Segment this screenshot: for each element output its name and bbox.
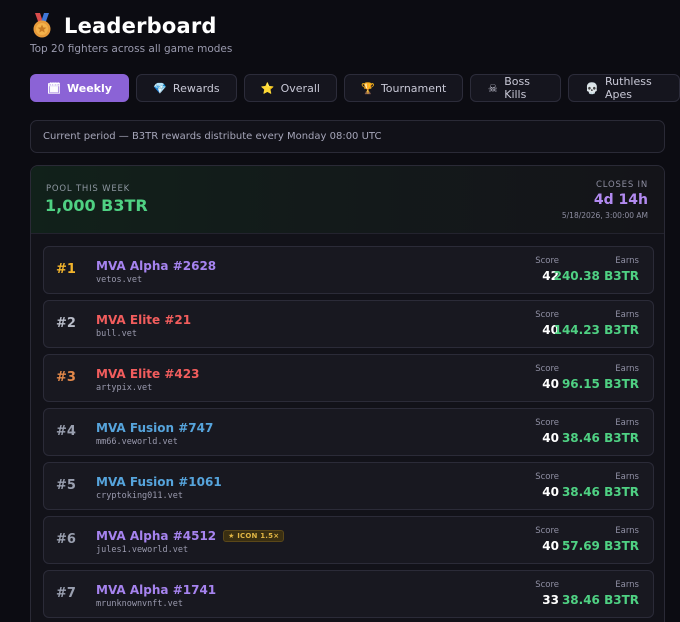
earns-value: 38.46 B3TR	[561, 593, 639, 607]
rank: #5	[56, 478, 76, 493]
leaderboard-row[interactable]: #7 MVA Alpha #1741 mrunknownvnft.vet Sco…	[43, 570, 654, 618]
tab-weekly[interactable]: 🗓 Weekly	[30, 74, 129, 102]
earns-value: 96.15 B3TR	[561, 377, 639, 391]
fighter-name: MVA Fusion #747	[96, 421, 213, 435]
tab-label: Ruthless Apes	[605, 75, 652, 101]
leaderboard-row[interactable]: #2 MVA Elite #21 bull.vet Score 40 Earns…	[43, 300, 654, 348]
leaderboard-row[interactable]: #3 MVA Elite #423 artypix.vet Score 40 E…	[43, 354, 654, 402]
pool-label: POOL THIS WEEK	[46, 184, 131, 194]
tab-ruthless-apes[interactable]: 💀 Ruthless Apes	[568, 74, 680, 102]
score-label: Score	[535, 310, 559, 320]
fighter-name: MVA Alpha #2628	[96, 259, 216, 273]
star-icon: ⭐	[260, 81, 275, 95]
earns-label: Earns	[615, 364, 639, 374]
leaderboard-row[interactable]: #6 MVA Alpha #4512 ★ ICON 1.5× jules1.ve…	[43, 516, 654, 564]
owner-address: mrunknownvnft.vet	[96, 599, 183, 609]
page-subtitle: Top 20 fighters across all game modes	[30, 43, 233, 55]
owner-address: cryptoking011.vet	[96, 491, 183, 501]
closes-date: 5/18/2026, 3:00:00 AM	[561, 211, 648, 220]
score-label: Score	[535, 526, 559, 536]
tab-tournament[interactable]: 🏆 Tournament	[343, 74, 464, 102]
rank: #1	[56, 262, 76, 277]
fighter-name-text: MVA Elite #423	[96, 367, 200, 381]
earns-label: Earns	[615, 418, 639, 428]
score-value: 40	[542, 485, 559, 499]
fighter-name-text: MVA Alpha #4512	[96, 529, 217, 543]
leaderboard-panel: POOL THIS WEEK 1,000 B3TR CLOSES IN 4d 1…	[30, 165, 665, 622]
page-title: Leaderboard	[64, 14, 217, 38]
tab-label: Weekly	[67, 81, 112, 95]
gem-icon: 💎	[153, 81, 167, 95]
fighter-name: MVA Elite #423	[96, 367, 199, 381]
fighter-name-text: MVA Alpha #2628	[96, 259, 217, 273]
score-value: 40	[542, 539, 559, 553]
pool-value: 1,000 B3TR	[45, 196, 148, 215]
owner-address: bull.vet	[96, 329, 137, 339]
owner-address: mm66.veworld.vet	[96, 437, 178, 447]
closes-label: CLOSES IN	[596, 180, 648, 190]
tab-label: Tournament	[380, 81, 447, 95]
fighter-name: MVA Alpha #4512 ★ ICON 1.5×	[96, 529, 285, 543]
medal-icon	[30, 13, 54, 39]
earns-label: Earns	[615, 256, 639, 266]
rank: #2	[56, 316, 76, 331]
score-value: 40	[542, 377, 559, 391]
earns-label: Earns	[615, 526, 639, 536]
earns-value: 38.46 B3TR	[561, 485, 639, 499]
leaderboard-row[interactable]: #1 MVA Alpha #2628 vetos.vet Score 42 Ea…	[43, 246, 654, 294]
owner-address: vetos.vet	[96, 275, 143, 285]
skull-icon: 💀	[585, 81, 600, 95]
fighter-name: MVA Fusion #1061	[96, 475, 222, 489]
skull-crossbones-icon: ☠	[487, 81, 498, 95]
page-header: Leaderboard Top 20 fighters across all g…	[30, 12, 232, 55]
score-label: Score	[535, 580, 559, 590]
earns-label: Earns	[615, 310, 639, 320]
leaderboard-list: #1 MVA Alpha #2628 vetos.vet Score 42 Ea…	[43, 246, 654, 622]
score-value: 33	[542, 593, 559, 607]
period-banner: Current period — B3TR rewards distribute…	[30, 120, 665, 153]
mode-tabs: 🗓 Weekly 💎 Rewards ⭐ Overall 🏆 Tournamen…	[30, 74, 680, 102]
score-label: Score	[535, 256, 559, 266]
fighter-name-text: MVA Alpha #1741	[96, 583, 217, 597]
tab-overall[interactable]: ⭐ Overall	[243, 74, 337, 102]
fighter-name-text: MVA Fusion #1061	[96, 475, 222, 489]
earns-value: 240.38 B3TR	[553, 269, 639, 283]
fighter-name-text: MVA Elite #21	[96, 313, 192, 327]
score-label: Score	[535, 472, 559, 482]
rank: #7	[56, 586, 76, 601]
tab-label: Overall	[280, 81, 320, 95]
rank: #6	[56, 532, 76, 547]
calendar-icon: 🗓	[47, 81, 61, 95]
fighter-name-text: MVA Fusion #747	[96, 421, 214, 435]
tab-label: Boss Kills	[504, 75, 530, 101]
leaderboard-row[interactable]: #5 MVA Fusion #1061 cryptoking011.vet Sc…	[43, 462, 654, 510]
tab-rewards[interactable]: 💎 Rewards	[135, 74, 237, 102]
icon-multiplier-badge: ★ ICON 1.5×	[223, 530, 285, 542]
trophy-icon: 🏆	[361, 81, 375, 95]
earns-label: Earns	[615, 580, 639, 590]
title-row: Leaderboard	[30, 12, 232, 40]
tab-boss-kills[interactable]: ☠ Boss Kills	[470, 74, 562, 102]
earns-label: Earns	[615, 472, 639, 482]
earns-value: 57.69 B3TR	[561, 539, 639, 553]
closes-countdown: 4d 14h	[593, 192, 648, 208]
pool-summary: POOL THIS WEEK 1,000 B3TR CLOSES IN 4d 1…	[31, 166, 664, 234]
owner-address: artypix.vet	[96, 383, 153, 393]
tab-label: Rewards	[172, 81, 220, 95]
rank: #4	[56, 424, 76, 439]
fighter-name: MVA Elite #21	[96, 313, 191, 327]
earns-value: 144.23 B3TR	[553, 323, 639, 337]
fighter-name: MVA Alpha #1741	[96, 583, 216, 597]
rank: #3	[56, 370, 76, 385]
score-label: Score	[535, 418, 559, 428]
earns-value: 38.46 B3TR	[561, 431, 639, 445]
score-label: Score	[535, 364, 559, 374]
leaderboard-row[interactable]: #4 MVA Fusion #747 mm66.veworld.vet Scor…	[43, 408, 654, 456]
score-value: 40	[542, 431, 559, 445]
owner-address: jules1.veworld.vet	[96, 545, 189, 555]
